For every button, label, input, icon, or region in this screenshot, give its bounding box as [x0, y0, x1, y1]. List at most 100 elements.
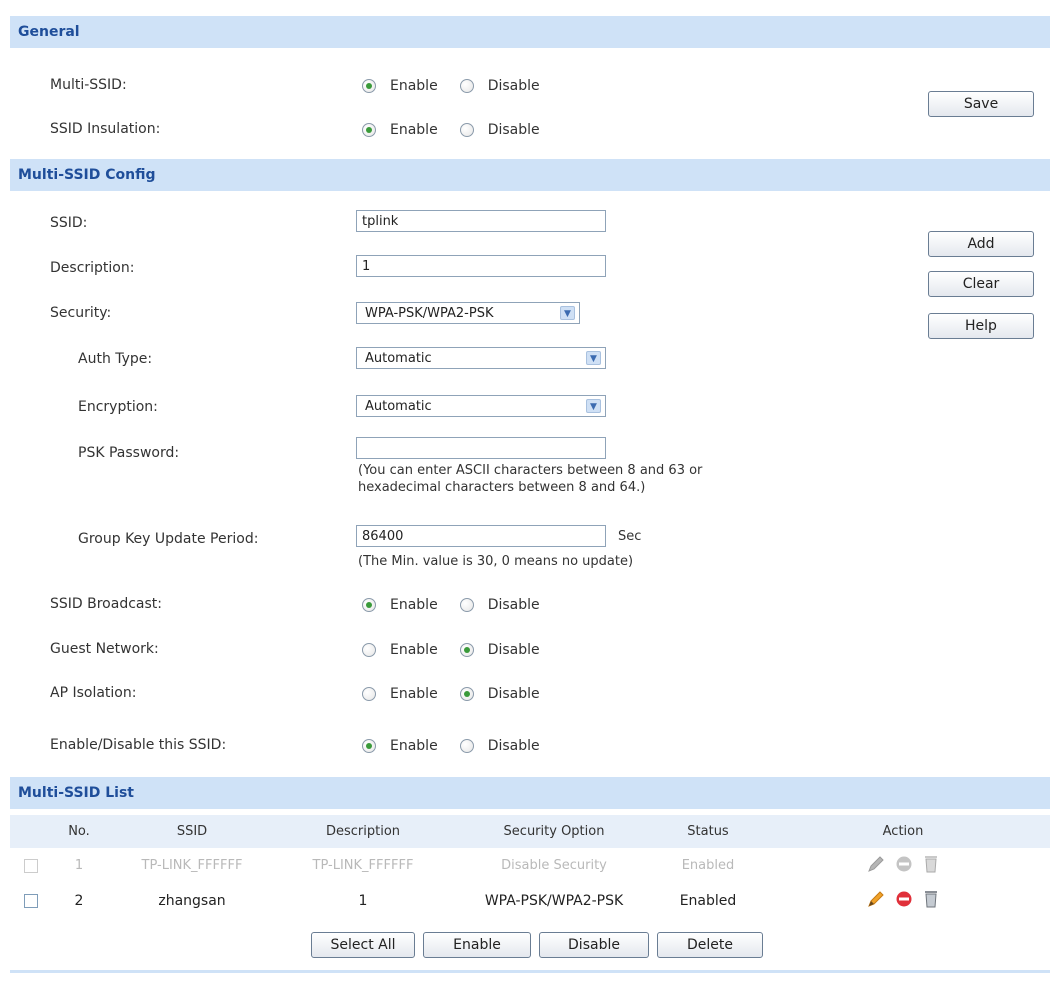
- ssid-label: SSID:: [50, 215, 88, 231]
- auth-type-select[interactable]: Automatic ▼: [356, 347, 606, 369]
- encryption-label: Encryption:: [78, 399, 158, 415]
- row-actions: [867, 889, 939, 908]
- guest-network-label: Guest Network:: [50, 641, 159, 657]
- psk-password-label: PSK Password:: [78, 445, 180, 461]
- column-header-action: Action: [756, 815, 1050, 848]
- auth-type-select-value: Automatic: [365, 350, 432, 366]
- ssid-insulation-radio-group: Enable Disable: [362, 118, 562, 142]
- row-description: TP-LINK_FFFFFF: [312, 858, 414, 873]
- row-ssid: zhangsan: [158, 892, 226, 909]
- ssid-broadcast-disable-radio[interactable]: Disable: [459, 597, 540, 613]
- ap-isolation-enable-radio[interactable]: Enable: [362, 686, 438, 702]
- psk-password-input[interactable]: [356, 437, 606, 459]
- radio-checked-icon: [459, 643, 474, 657]
- ssid-broadcast-enable-radio[interactable]: Enable: [362, 597, 438, 613]
- ssid-insulation-disable-radio[interactable]: Disable: [459, 122, 540, 138]
- pencil-edit-icon[interactable]: [867, 890, 885, 908]
- ssid-broadcast-radio-group: Enable Disable: [362, 593, 562, 617]
- encryption-select[interactable]: Automatic ▼: [356, 395, 606, 417]
- row-actions: [867, 854, 939, 873]
- ssid-insulation-label: SSID Insulation:: [50, 121, 161, 137]
- table-header-row: No. SSID Description Security Option Sta…: [10, 815, 1050, 848]
- save-button[interactable]: Save: [928, 91, 1034, 117]
- radio-unchecked-icon: [459, 123, 474, 137]
- ssid-insulation-enable-radio[interactable]: Enable: [362, 122, 438, 138]
- description-label: Description:: [50, 260, 135, 276]
- general-section-header: General: [10, 16, 1050, 48]
- security-label: Security:: [50, 305, 112, 321]
- auth-type-label: Auth Type:: [78, 351, 153, 367]
- row-no: 1: [74, 858, 84, 873]
- multi-ssid-list-section-header: Multi-SSID List: [10, 777, 1050, 809]
- row-description: 1: [358, 892, 368, 909]
- enable-ssid-radio-group: Enable Disable: [362, 734, 562, 758]
- column-header-checkbox: [10, 815, 52, 848]
- ap-isolation-label: AP Isolation:: [50, 685, 137, 701]
- row-checkbox[interactable]: [24, 893, 38, 908]
- select-all-button[interactable]: Select All: [311, 932, 415, 958]
- group-key-update-period-input[interactable]: [356, 525, 606, 547]
- row-status: Enabled: [679, 892, 737, 909]
- enable-ssid-label: Enable/Disable this SSID:: [50, 737, 227, 753]
- footer-divider: [10, 970, 1050, 973]
- table-row: 2 zhangsan 1 WPA-PSK/WPA2-PSK Enabled: [10, 883, 1050, 918]
- security-select[interactable]: WPA-PSK/WPA2-PSK ▼: [356, 302, 580, 324]
- row-ssid: TP-LINK_FFFFFF: [141, 858, 243, 873]
- multi-ssid-config-section-header: Multi-SSID Config: [10, 159, 1050, 191]
- radio-checked-icon: [362, 739, 376, 753]
- disable-selected-button[interactable]: Disable: [539, 932, 649, 958]
- radio-checked-icon: [459, 687, 474, 701]
- radio-checked-icon: [362, 79, 376, 93]
- group-key-update-period-label: Group Key Update Period:: [78, 531, 259, 547]
- table-row: 1 TP-LINK_FFFFFF TP-LINK_FFFFFF Disable …: [10, 848, 1050, 883]
- guest-network-enable-radio[interactable]: Enable: [362, 642, 438, 658]
- row-security: WPA-PSK/WPA2-PSK: [484, 892, 624, 909]
- enable-ssid-enable-radio[interactable]: Enable: [362, 738, 438, 754]
- trash-icon[interactable]: [923, 889, 939, 908]
- multi-ssid-disable-radio[interactable]: Disable: [459, 78, 540, 94]
- column-header-security: Security Option: [448, 815, 660, 848]
- radio-checked-icon: [362, 598, 376, 612]
- radio-unchecked-icon: [459, 739, 474, 753]
- multi-ssid-label: Multi-SSID:: [50, 77, 127, 93]
- multi-ssid-table: No. SSID Description Security Option Sta…: [10, 815, 1050, 918]
- enable-ssid-disable-radio[interactable]: Disable: [459, 738, 540, 754]
- enable-selected-button[interactable]: Enable: [423, 932, 531, 958]
- help-button[interactable]: Help: [928, 313, 1034, 339]
- radio-unchecked-icon: [362, 643, 376, 657]
- delete-selected-button[interactable]: Delete: [657, 932, 763, 958]
- column-header-ssid: SSID: [106, 815, 278, 848]
- column-header-status: Status: [660, 815, 756, 848]
- radio-unchecked-icon: [362, 687, 376, 701]
- radio-checked-icon: [362, 123, 376, 137]
- radio-unchecked-icon: [459, 79, 474, 93]
- radio-unchecked-icon: [459, 598, 474, 612]
- ssid-input[interactable]: [356, 210, 606, 232]
- pencil-edit-icon[interactable]: [867, 855, 885, 873]
- description-input[interactable]: [356, 255, 606, 277]
- encryption-select-value: Automatic: [365, 398, 432, 414]
- column-header-no: No.: [52, 815, 106, 848]
- chevron-down-icon: ▼: [560, 306, 575, 320]
- row-status: Enabled: [681, 858, 735, 873]
- ap-isolation-radio-group: Enable Disable: [362, 682, 562, 706]
- guest-network-radio-group: Enable Disable: [362, 638, 562, 662]
- guest-network-disable-radio[interactable]: Disable: [459, 642, 540, 658]
- stop-icon[interactable]: [895, 855, 913, 873]
- ssid-broadcast-label: SSID Broadcast:: [50, 596, 162, 612]
- ap-isolation-disable-radio[interactable]: Disable: [459, 686, 540, 702]
- clear-button[interactable]: Clear: [928, 271, 1034, 297]
- group-key-hint: (The Min. value is 30, 0 means no update…: [358, 554, 634, 569]
- group-key-unit-label: Sec: [618, 529, 642, 544]
- trash-icon[interactable]: [923, 854, 939, 873]
- psk-password-hint: (You can enter ASCII characters between …: [358, 463, 703, 495]
- row-checkbox[interactable]: [24, 858, 38, 873]
- chevron-down-icon: ▼: [586, 351, 601, 365]
- multi-ssid-radio-group: Enable Disable: [362, 74, 562, 98]
- chevron-down-icon: ▼: [586, 399, 601, 413]
- stop-icon[interactable]: [895, 890, 913, 908]
- add-button[interactable]: Add: [928, 231, 1034, 257]
- multi-ssid-enable-radio[interactable]: Enable: [362, 78, 438, 94]
- row-no: 2: [74, 892, 84, 909]
- column-header-description: Description: [278, 815, 448, 848]
